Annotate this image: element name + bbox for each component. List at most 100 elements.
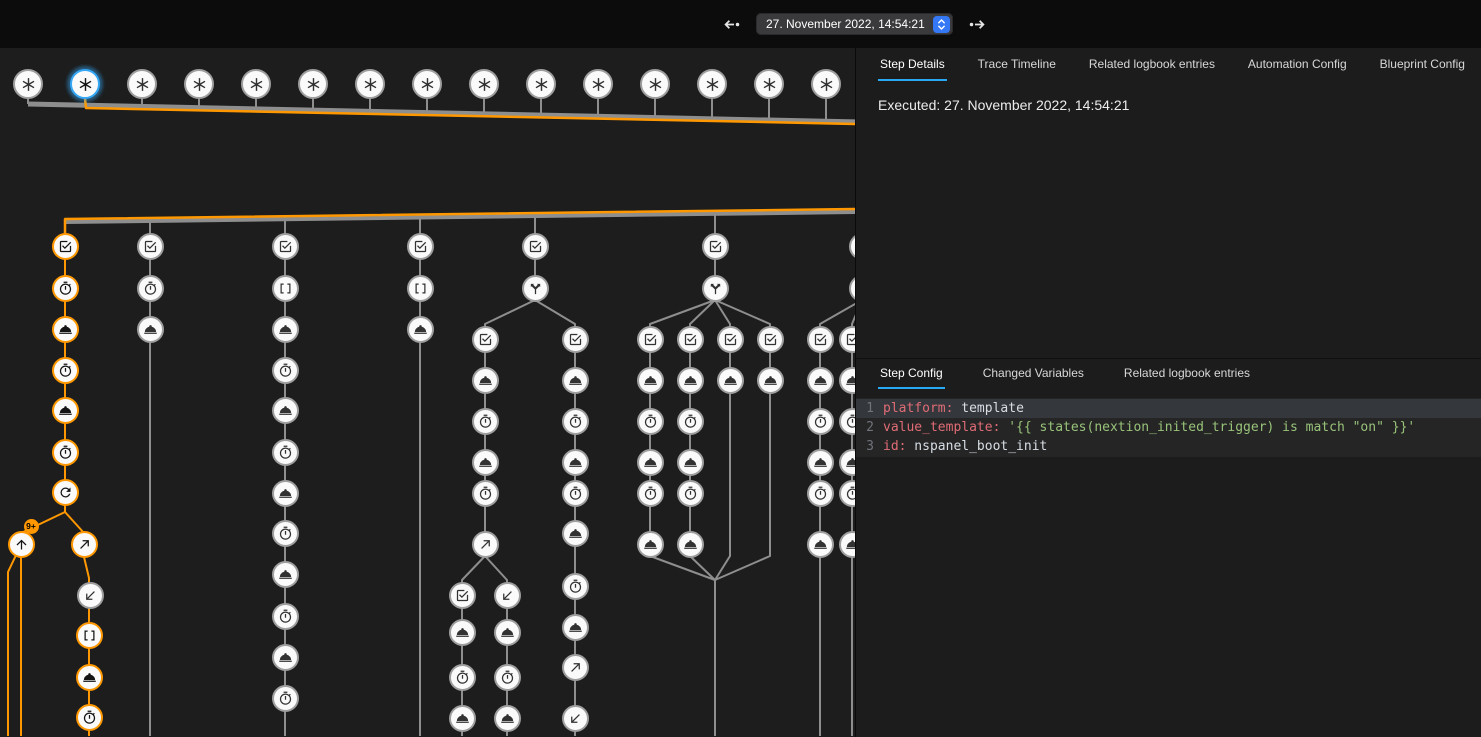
trace-node-arrow-bottom-left[interactable] <box>562 705 589 732</box>
trace-node-service[interactable] <box>494 705 521 732</box>
trace-node-delay[interactable] <box>272 685 299 712</box>
trace-node-condition[interactable] <box>637 326 664 353</box>
trace-node-asterisk[interactable] <box>184 69 214 99</box>
trace-node-delay[interactable] <box>272 439 299 466</box>
trace-node-asterisk[interactable] <box>412 69 442 99</box>
trace-node-arrow-bottom-left[interactable] <box>77 582 104 609</box>
trace-node-delay[interactable] <box>677 408 704 435</box>
trace-node-service[interactable] <box>272 397 299 424</box>
trace-node-delay[interactable] <box>449 664 476 691</box>
trace-node-asterisk[interactable] <box>811 69 841 99</box>
trace-node-service[interactable] <box>52 316 79 343</box>
tab-automation-config[interactable]: Automation Config <box>1246 48 1349 81</box>
trace-node-delay[interactable] <box>839 480 856 507</box>
run-select[interactable]: 27. November 2022, 14:54:21 <box>756 13 953 35</box>
trace-node-delay[interactable] <box>637 408 664 435</box>
trace-node-delay[interactable] <box>562 573 589 600</box>
trace-node-condition[interactable] <box>562 326 589 353</box>
trace-node-service[interactable] <box>677 449 704 476</box>
trace-node-service[interactable] <box>472 367 499 394</box>
trace-node-arrow-top-right[interactable] <box>562 654 589 681</box>
trace-node-condition[interactable] <box>522 233 549 260</box>
trace-node-service[interactable] <box>449 705 476 732</box>
trace-node-service[interactable] <box>677 367 704 394</box>
trace-node-brackets[interactable] <box>76 622 103 649</box>
trace-node-service[interactable] <box>757 367 784 394</box>
trace-node-condition[interactable] <box>677 326 704 353</box>
trace-node-service[interactable] <box>717 367 744 394</box>
trace-node-service[interactable] <box>449 619 476 646</box>
trace-node-condition[interactable] <box>757 326 784 353</box>
trace-node-condition[interactable] <box>272 233 299 260</box>
trace-node-delay[interactable] <box>562 480 589 507</box>
trace-node-repeat[interactable] <box>52 479 79 506</box>
trace-node-service[interactable] <box>272 316 299 343</box>
trace-node-service[interactable] <box>472 449 499 476</box>
trace-node-service[interactable] <box>637 449 664 476</box>
trace-node-service[interactable] <box>562 367 589 394</box>
subtab-related-logbook-entries[interactable]: Related logbook entries <box>1122 359 1252 389</box>
trace-node-service[interactable] <box>807 531 834 558</box>
previous-run-button[interactable] <box>718 12 743 37</box>
trace-node-delay[interactable] <box>272 520 299 547</box>
trace-node-asterisk[interactable] <box>355 69 385 99</box>
trace-node-condition[interactable] <box>449 582 476 609</box>
trace-node-service[interactable] <box>807 367 834 394</box>
trace-node-service[interactable] <box>839 449 856 476</box>
trace-node-condition[interactable] <box>717 326 744 353</box>
trace-node-arrow-up[interactable] <box>8 531 35 558</box>
trace-node-service[interactable] <box>637 367 664 394</box>
subtab-changed-variables[interactable]: Changed Variables <box>981 359 1086 389</box>
trace-node-split[interactable] <box>522 275 549 302</box>
trace-node-condition[interactable] <box>472 326 499 353</box>
tab-blueprint-config[interactable]: Blueprint Config <box>1378 48 1467 81</box>
trace-node-delay[interactable] <box>272 603 299 630</box>
trace-node-asterisk[interactable] <box>697 69 727 99</box>
trace-node-split[interactable] <box>702 275 729 302</box>
trace-node-delay[interactable] <box>637 480 664 507</box>
trace-node-delay[interactable] <box>807 480 834 507</box>
trace-node-service[interactable] <box>272 644 299 671</box>
trace-node-service[interactable] <box>839 531 856 558</box>
trace-node-service[interactable] <box>137 316 164 343</box>
trace-node-delay[interactable] <box>677 480 704 507</box>
trace-node-delay[interactable] <box>272 357 299 384</box>
trace-node-service[interactable] <box>637 531 664 558</box>
trace-node-condition[interactable] <box>52 233 79 260</box>
trace-node-asterisk[interactable] <box>241 69 271 99</box>
trace-node-service[interactable] <box>562 614 589 641</box>
trace-node-delay[interactable] <box>52 439 79 466</box>
trace-node-delay[interactable] <box>52 357 79 384</box>
tab-step-details[interactable]: Step Details <box>878 48 947 81</box>
trace-node-delay[interactable] <box>839 408 856 435</box>
trace-node-delay[interactable] <box>472 480 499 507</box>
next-run-button[interactable] <box>966 12 991 37</box>
trace-node-brackets[interactable] <box>272 275 299 302</box>
trace-node-service[interactable] <box>407 316 434 343</box>
trace-node-delay[interactable] <box>137 275 164 302</box>
trace-node-condition[interactable] <box>839 326 856 353</box>
trace-node-arrow-bottom-left[interactable] <box>494 582 521 609</box>
trace-node-service[interactable] <box>807 449 834 476</box>
trace-node-condition[interactable] <box>407 233 434 260</box>
trace-node-asterisk[interactable] <box>298 69 328 99</box>
trace-node-service[interactable] <box>76 664 103 691</box>
trace-node-asterisk[interactable] <box>13 69 43 99</box>
trace-node-arrow-top-right[interactable] <box>472 531 499 558</box>
trace-node-service[interactable] <box>562 449 589 476</box>
trace-node-service[interactable] <box>494 619 521 646</box>
tab-trace-timeline[interactable]: Trace Timeline <box>976 48 1058 81</box>
trace-node-service[interactable] <box>272 561 299 588</box>
trace-node-asterisk[interactable] <box>526 69 556 99</box>
trace-node-asterisk-selected[interactable] <box>70 69 100 99</box>
tab-related-logbook-entries[interactable]: Related logbook entries <box>1087 48 1217 81</box>
trace-node-asterisk[interactable] <box>583 69 613 99</box>
trace-node-condition[interactable] <box>702 233 729 260</box>
trace-node-service[interactable] <box>52 397 79 424</box>
trace-node-delay[interactable] <box>472 408 499 435</box>
trace-node-delay[interactable] <box>562 408 589 435</box>
trace-node-asterisk[interactable] <box>754 69 784 99</box>
trace-node-delay[interactable] <box>52 275 79 302</box>
trace-node-service[interactable] <box>272 480 299 507</box>
trace-node-delay[interactable] <box>494 664 521 691</box>
